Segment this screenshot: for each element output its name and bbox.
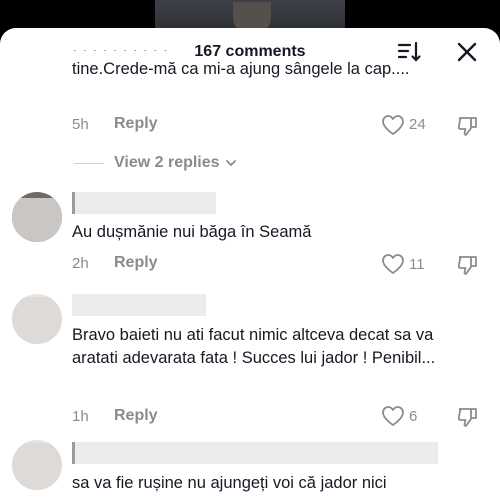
like-count: 24 bbox=[409, 116, 426, 133]
avatar[interactable] bbox=[12, 192, 62, 242]
view-replies-label: View 2 replies bbox=[114, 154, 220, 171]
reply-button[interactable]: Reply bbox=[114, 407, 158, 425]
reply-button[interactable]: Reply bbox=[114, 254, 158, 272]
dislike-icon bbox=[457, 408, 477, 427]
comment-text: Au dușmănie nui băga în Seamă bbox=[72, 223, 312, 241]
view-replies-button[interactable]: View 2 replies bbox=[74, 152, 238, 174]
heart-icon bbox=[382, 115, 404, 135]
username-redacted bbox=[72, 192, 216, 214]
comment-text: tine.Crede-mă ca mi-a ajung sângele la c… bbox=[72, 60, 410, 78]
dislike-icon bbox=[457, 256, 477, 275]
like-button[interactable] bbox=[381, 405, 405, 432]
username-redacted bbox=[72, 442, 438, 464]
dislike-button[interactable] bbox=[456, 114, 480, 143]
comment-text: sa va fie rușine nu ajungeți voi că jado… bbox=[72, 474, 387, 492]
like-button[interactable] bbox=[381, 253, 405, 280]
heart-icon bbox=[382, 254, 404, 274]
comments-sheet: 167 comments · · · · · · · · · · tine.Cr… bbox=[0, 28, 500, 500]
heart-icon bbox=[382, 406, 404, 426]
thread-divider bbox=[74, 162, 104, 164]
chevron-down-icon bbox=[225, 160, 236, 167]
dislike-button[interactable] bbox=[456, 253, 480, 282]
dislike-icon bbox=[457, 117, 477, 136]
comment-text: Bravo baieti nu ati facut nimic altceva … bbox=[72, 326, 436, 367]
comment-time: 1h bbox=[72, 408, 89, 425]
like-count: 6 bbox=[409, 408, 418, 425]
dislike-button[interactable] bbox=[456, 405, 480, 434]
reply-button[interactable]: Reply bbox=[114, 115, 158, 133]
avatar[interactable] bbox=[12, 440, 62, 490]
like-count: 11 bbox=[409, 256, 425, 273]
username-redacted bbox=[72, 294, 206, 316]
comment-time: 5h bbox=[72, 116, 89, 133]
avatar[interactable] bbox=[12, 294, 62, 344]
comment-time: 2h bbox=[72, 255, 89, 272]
like-button[interactable] bbox=[381, 114, 405, 141]
